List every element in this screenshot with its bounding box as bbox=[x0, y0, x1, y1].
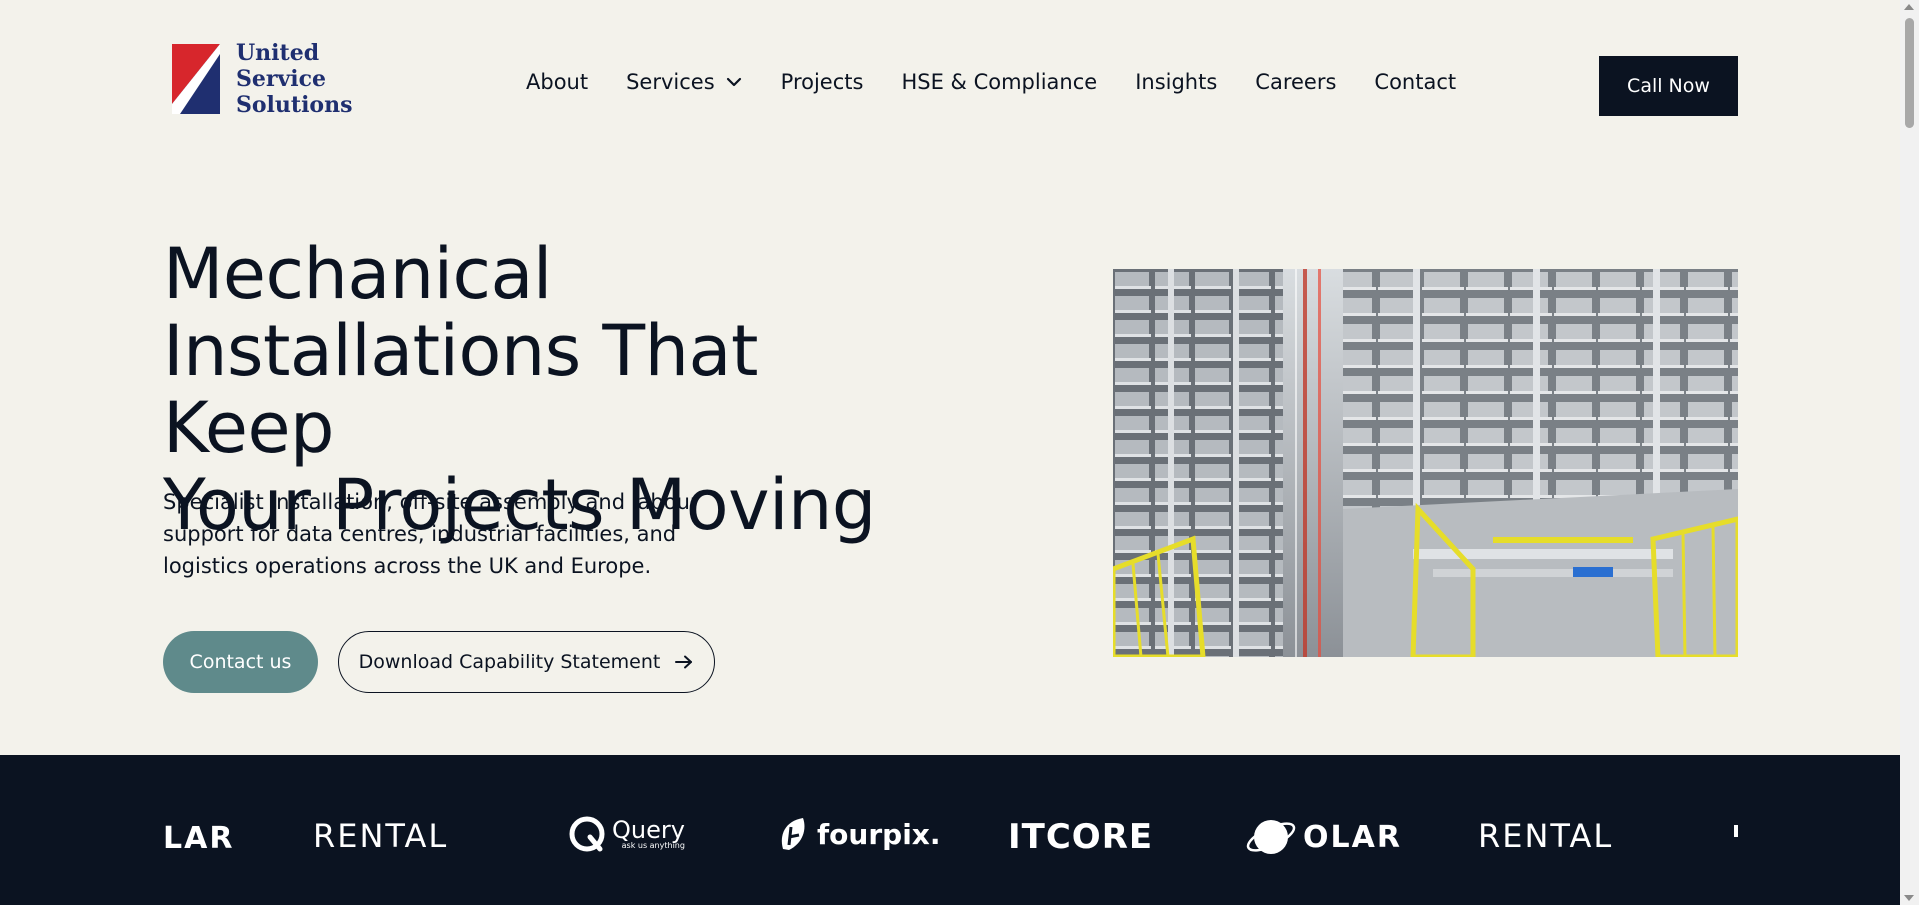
warehouse-illustration bbox=[1113, 269, 1738, 657]
page-scrollbar[interactable] bbox=[1900, 0, 1919, 905]
brand-rental-label: RENTAL bbox=[313, 817, 449, 855]
fourpix-leaf-icon bbox=[781, 818, 805, 850]
nav-careers[interactable]: Careers bbox=[1255, 70, 1336, 94]
hero-title-line-2: Installations That Keep bbox=[163, 310, 758, 469]
logo-line-1: United bbox=[236, 40, 320, 66]
solar-planet-icon bbox=[1246, 820, 1296, 854]
hero-warehouse-image bbox=[1113, 269, 1738, 657]
brand-query-tagline: ask us anything bbox=[621, 841, 685, 850]
query-q-icon bbox=[569, 816, 605, 852]
brand-solar-partial: LAR bbox=[163, 821, 234, 856]
brand-query: Query ask us anything bbox=[568, 815, 685, 853]
brand-itcore-label: ITCORE bbox=[1008, 817, 1154, 857]
logo-wordmark: United Service Solutions bbox=[236, 40, 353, 118]
scroll-thumb[interactable] bbox=[1905, 18, 1914, 128]
brand-fourpix-label: fourpix. bbox=[817, 817, 941, 851]
call-now-button[interactable]: Call Now bbox=[1599, 56, 1738, 116]
nav-projects[interactable]: Projects bbox=[781, 70, 864, 94]
chevron-down-icon bbox=[726, 77, 741, 87]
nav-services-label: Services bbox=[626, 70, 715, 94]
arrow-right-icon bbox=[675, 655, 693, 669]
main-nav: About Services Projects HSE & Compliance… bbox=[526, 70, 1456, 94]
nav-insights[interactable]: Insights bbox=[1135, 70, 1217, 94]
download-button-label: Download Capability Statement bbox=[358, 651, 661, 673]
site-header: United Service Solutions About Services … bbox=[0, 0, 1900, 172]
brand-query-label: Query bbox=[612, 816, 685, 844]
brand-rental-2-label: RENTAL bbox=[1478, 817, 1614, 855]
hero-title-line-1: Mechanical bbox=[163, 233, 552, 315]
page: United Service Solutions About Services … bbox=[0, 0, 1919, 905]
logo-line-2: Service bbox=[236, 66, 327, 92]
nav-projects-label: Projects bbox=[780, 70, 864, 94]
brand-rental-2: RENTAL bbox=[1478, 817, 1613, 855]
client-logos-track: LAR RENTAL Query ask us anything fourpix… bbox=[163, 755, 1738, 905]
nav-about-label: About bbox=[526, 70, 589, 94]
client-logos-strip: LAR RENTAL Query ask us anything fourpix… bbox=[0, 755, 1900, 905]
brand-fourpix: fourpix. bbox=[777, 815, 941, 853]
query-wordmark: Query ask us anything bbox=[612, 818, 685, 850]
brand-rental: RENTAL bbox=[313, 817, 448, 855]
brand-solar: OLAR bbox=[1245, 813, 1402, 861]
nav-hse-compliance[interactable]: HSE & Compliance bbox=[901, 70, 1097, 94]
brand-partial-edge bbox=[1734, 821, 1738, 841]
company-logo[interactable]: United Service Solutions bbox=[168, 40, 353, 118]
logo-line-3: Solutions bbox=[236, 92, 353, 118]
brand-edge-fragment-icon bbox=[1734, 825, 1738, 837]
nav-careers-label: Careers bbox=[1255, 70, 1337, 94]
nav-hse-label: HSE & Compliance bbox=[901, 70, 1098, 94]
nav-contact-label: Contact bbox=[1374, 70, 1457, 94]
download-capability-statement-button[interactable]: Download Capability Statement bbox=[338, 631, 715, 693]
logo-flag-icon bbox=[172, 44, 220, 114]
contact-us-button[interactable]: Contact us bbox=[163, 631, 318, 693]
brand-itcore: ITCORE bbox=[1008, 817, 1153, 857]
scroll-up-arrow-icon[interactable] bbox=[1904, 4, 1914, 10]
nav-about[interactable]: About bbox=[526, 70, 588, 94]
scroll-down-arrow-icon[interactable] bbox=[1904, 895, 1914, 901]
nav-contact[interactable]: Contact bbox=[1374, 70, 1456, 94]
brand-solar-partial-label: LAR bbox=[163, 821, 235, 856]
hero-description: Specialist installation, off-site assemb… bbox=[163, 490, 699, 578]
brand-solar-label: OLAR bbox=[1303, 819, 1402, 855]
nav-insights-label: Insights bbox=[1135, 70, 1218, 94]
nav-services[interactable]: Services bbox=[626, 70, 743, 94]
